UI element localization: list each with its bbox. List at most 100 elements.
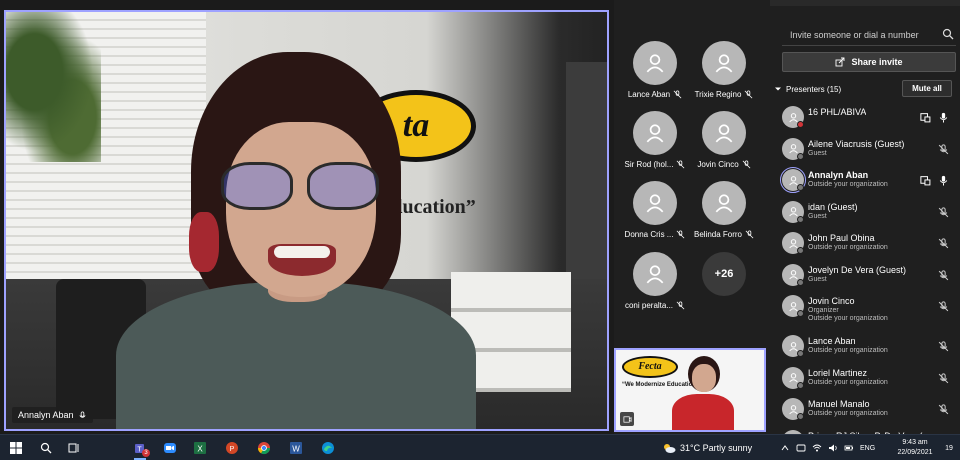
share-invite-label: Share invite	[851, 57, 903, 67]
avatar	[633, 111, 677, 155]
self-view-video[interactable]: Fecta “We Modernize Education”	[614, 348, 766, 432]
mic-icon[interactable]	[938, 175, 949, 186]
main-participant-video[interactable]: ta ’s Education” Annalyn Aban	[4, 10, 609, 431]
zoom-taskbar-button[interactable]	[160, 439, 180, 457]
person-icon	[788, 373, 798, 383]
word-icon: W	[290, 442, 302, 454]
chrome-taskbar-button[interactable]	[254, 439, 274, 457]
people-list: 16 PHL/ABIVA Ailene Viacrusis (Guest) Gues…	[770, 102, 960, 434]
weather-widget[interactable]: 31°C Partly sunny	[662, 441, 752, 455]
people-panel: Share invite Presenters (15) Mute all 16…	[770, 0, 960, 434]
status-indicator	[797, 152, 804, 160]
chevron-down-icon	[775, 87, 781, 91]
gallery-tile[interactable]: Lance Aban	[619, 41, 691, 111]
mic-off-icon	[677, 230, 685, 239]
volume-icon[interactable]	[828, 443, 838, 453]
person-icon	[788, 270, 798, 280]
gallery-tile[interactable]: Sir Rod (hol...	[619, 111, 691, 181]
chrome-icon	[258, 442, 270, 455]
person-teeth	[274, 246, 330, 258]
person-icon	[715, 194, 733, 213]
mic-off-icon	[745, 90, 753, 99]
windows-icon	[10, 442, 22, 454]
participant-row[interactable]: Jovelyn De Vera (Guest) Guest	[770, 260, 960, 292]
mic-off-icon	[745, 230, 754, 239]
notifications-button[interactable]: 19	[942, 441, 956, 455]
person-glasses	[221, 162, 381, 212]
mic-off-icon[interactable]	[938, 404, 949, 415]
teams-taskbar-button[interactable]: T 3	[130, 439, 150, 460]
participant-name: 16 PHL/ABIVA	[808, 107, 867, 117]
gallery-tile[interactable]: Jovin Cinco	[688, 111, 760, 181]
taskbar-search-button[interactable]	[36, 439, 56, 457]
mute-all-button[interactable]: Mute all	[902, 80, 952, 97]
mic-off-icon	[742, 160, 751, 169]
share-invite-button[interactable]: Share invite	[782, 52, 956, 72]
teams-badge: 3	[142, 449, 150, 457]
status-indicator	[797, 278, 804, 286]
powerpoint-taskbar-button[interactable]: P	[222, 439, 242, 457]
mic-off-icon	[676, 301, 685, 310]
gallery-tile[interactable]: Trixie Regino	[688, 41, 760, 111]
network-icon[interactable]	[812, 443, 822, 453]
word-taskbar-button[interactable]: W	[286, 439, 306, 457]
screen-share-icon[interactable]	[920, 175, 931, 186]
edge-taskbar-button[interactable]	[318, 439, 338, 457]
avatar	[702, 41, 746, 85]
participant-row[interactable]: Manuel Manalo Outside your organization	[770, 394, 960, 426]
participant-row[interactable]: Prince RJ Silver P. De Vera (Gu...	[770, 426, 960, 434]
excel-taskbar-button[interactable]: X	[190, 439, 210, 457]
mic-icon[interactable]	[938, 112, 949, 123]
status-indicator	[797, 381, 804, 389]
language-indicator[interactable]: ENG	[860, 445, 875, 452]
mic-off-icon	[677, 160, 685, 169]
participant-row[interactable]: idan (Guest) Guest	[770, 197, 960, 229]
meeting-tray-icon[interactable]	[796, 443, 806, 453]
participant-name: Lance Aban	[808, 336, 856, 346]
mic-off-icon[interactable]	[938, 341, 949, 352]
person-icon	[788, 207, 798, 217]
screen-share-icon[interactable]	[920, 112, 931, 123]
zoom-icon	[164, 443, 176, 453]
start-button[interactable]	[6, 439, 26, 457]
tile-name: Jovin Cinco	[697, 160, 739, 169]
participant-row[interactable]: Ailene Viacrusis (Guest) Guest	[770, 134, 960, 166]
notification-count: 19	[945, 444, 953, 452]
search-icon[interactable]	[942, 28, 954, 40]
gallery-tile[interactable]: Donna Cris ...	[619, 181, 691, 251]
plant	[6, 12, 101, 162]
mic-off-icon[interactable]	[938, 301, 949, 312]
weather-text: 31°C Partly sunny	[680, 443, 753, 453]
status-indicator	[797, 413, 804, 420]
participant-row[interactable]: 16 PHL/ABIVA	[770, 102, 960, 134]
participant-name: Annalyn Aban	[808, 170, 869, 180]
person-icon	[715, 124, 733, 143]
more-participants-button[interactable]: +26	[688, 252, 760, 322]
mic-off-icon[interactable]	[938, 238, 949, 249]
self-view-options-icon[interactable]	[620, 412, 634, 426]
gallery-tile[interactable]: coni peralta...	[619, 252, 691, 322]
gallery-tile[interactable]: Belinda Forro	[688, 181, 760, 251]
battery-icon[interactable]	[844, 443, 854, 453]
task-view-button[interactable]	[64, 439, 84, 457]
participant-row[interactable]: Jovin Cinco Organizer Outside your organiz…	[770, 291, 960, 331]
mic-off-icon[interactable]	[938, 269, 949, 281]
panel-header-strip	[770, 0, 960, 6]
chevron-up-icon[interactable]	[780, 443, 790, 453]
svg-text:W: W	[292, 445, 300, 454]
powerpoint-icon: P	[226, 442, 238, 454]
participant-row[interactable]: Annalyn Aban Outside your organization	[770, 165, 960, 197]
clock[interactable]: 9:43 am 22/09/2021	[892, 438, 938, 458]
participant-name: Manuel Manalo	[808, 399, 870, 409]
participant-role: Guest	[808, 212, 827, 220]
participant-row[interactable]: John Paul Obina Outside your organization	[770, 228, 960, 260]
invite-input[interactable]	[782, 24, 956, 46]
mic-icon	[79, 410, 86, 418]
mic-off-icon[interactable]	[938, 143, 949, 155]
svg-text:P: P	[230, 446, 235, 453]
avatar	[702, 181, 746, 225]
participant-row[interactable]: Loriel Martinez Outside your organization	[770, 363, 960, 395]
participant-row[interactable]: Lance Aban Outside your organization	[770, 331, 960, 363]
mic-off-icon[interactable]	[938, 206, 949, 218]
mic-off-icon[interactable]	[938, 372, 949, 384]
